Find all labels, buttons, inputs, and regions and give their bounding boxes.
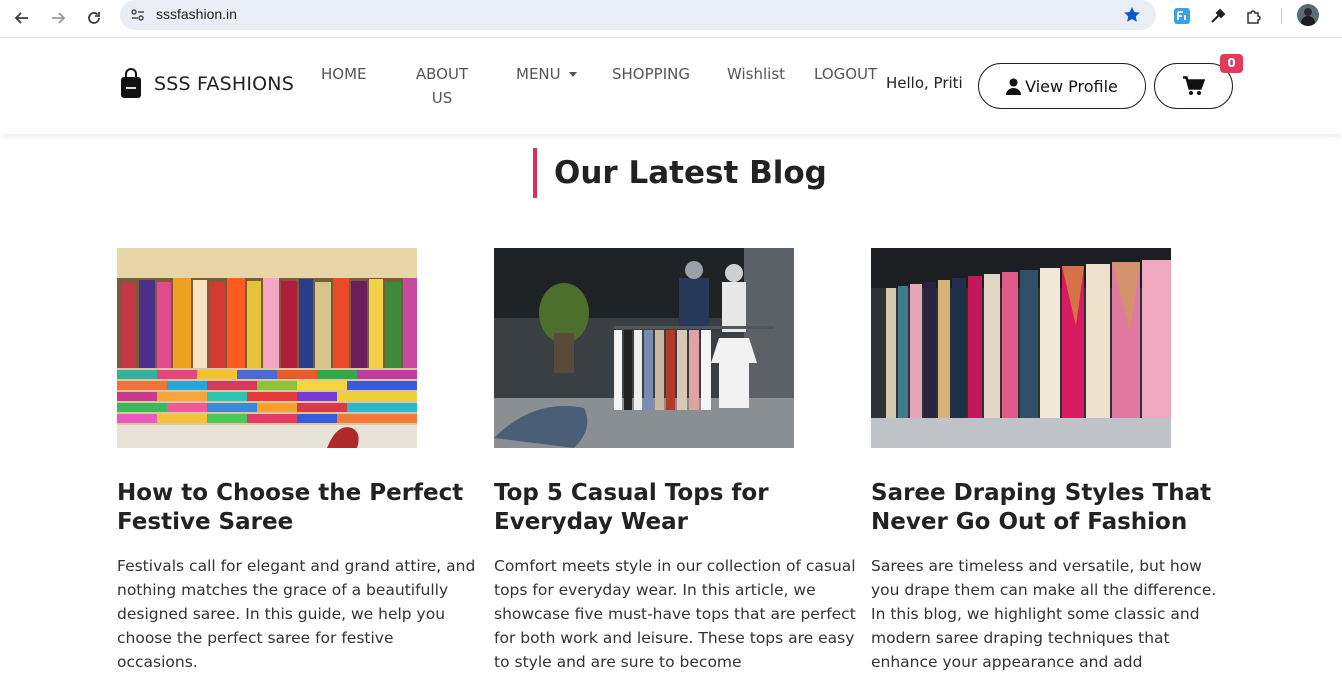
avatar-body (1301, 16, 1315, 26)
blog-post-title[interactable]: Top 5 Casual Tops for Everyday Wear (494, 479, 856, 537)
nav-home[interactable]: HOME (321, 62, 367, 86)
eyedropper-button[interactable] (1207, 5, 1229, 27)
puzzle-icon (1247, 10, 1261, 24)
blog-post-excerpt: Sarees are timeless and versatile, but h… (871, 557, 1217, 671)
nav-menu-dropdown[interactable]: MENU (516, 62, 577, 86)
bookmark-star-icon[interactable] (1122, 5, 1142, 25)
nav-about-us[interactable]: ABOUT US (410, 62, 474, 110)
nav-wishlist[interactable]: Wishlist (727, 62, 785, 86)
blog-card[interactable]: How to Choose the Perfect Festive Saree … (117, 248, 479, 673)
blog-post-excerpt: Comfort meets style in our collection of… (494, 557, 856, 671)
arrow-right-icon (52, 12, 66, 24)
blog-card[interactable]: Saree Draping Styles That Never Go Out o… (871, 248, 1233, 673)
reload-button[interactable] (81, 5, 107, 31)
address-bar[interactable]: sssfashion.in (120, 0, 1156, 30)
profile-avatar[interactable] (1297, 4, 1319, 26)
avatar-head (1304, 8, 1312, 16)
eyedropper-icon (1211, 8, 1226, 23)
greeting-text: Hello, Priti (886, 74, 963, 92)
forward-button[interactable] (45, 5, 71, 31)
url-text: sssfashion.in (156, 6, 237, 22)
brand-logo[interactable]: SSS FASHIONS (118, 68, 294, 100)
site-header: SSS FASHIONS HOME ABOUT US MENU SHOPPING… (0, 38, 1342, 134)
toolbar-divider (1281, 8, 1282, 24)
blog-post-title[interactable]: How to Choose the Perfect Festive Saree (117, 479, 479, 537)
reload-icon (88, 12, 100, 24)
extension-button[interactable] (1171, 5, 1193, 27)
site-settings-icon[interactable] (129, 6, 147, 24)
shopping-bag-icon (121, 68, 141, 98)
blog-post-title[interactable]: Saree Draping Styles That Never Go Out o… (871, 479, 1233, 537)
extension-fi-icon (1174, 8, 1190, 24)
nav-shopping[interactable]: SHOPPING (612, 62, 690, 86)
blog-card[interactable]: Top 5 Casual Tops for Everyday Wear Comf… (494, 248, 856, 673)
extensions-menu-button[interactable] (1243, 5, 1265, 27)
back-button[interactable] (9, 5, 35, 31)
user-icon (1006, 78, 1022, 95)
cart-count-badge: 0 (1220, 54, 1243, 73)
clothing-store-image[interactable] (494, 248, 794, 448)
saree-display-image[interactable] (871, 248, 1171, 448)
browser-toolbar: sssfashion.in (0, 0, 1342, 38)
view-profile-label: View Profile (1025, 76, 1118, 96)
saree-shop-image[interactable] (117, 248, 417, 448)
section-title: Our Latest Blog (533, 148, 827, 198)
arrow-left-icon (14, 12, 28, 24)
blog-post-excerpt: Festivals call for elegant and grand att… (117, 557, 476, 671)
shopping-cart-icon (1182, 76, 1205, 95)
nav-logout[interactable]: LOGOUT (814, 62, 877, 86)
view-profile-button[interactable]: View Profile (978, 63, 1146, 109)
brand-name: SSS FASHIONS (154, 73, 294, 95)
